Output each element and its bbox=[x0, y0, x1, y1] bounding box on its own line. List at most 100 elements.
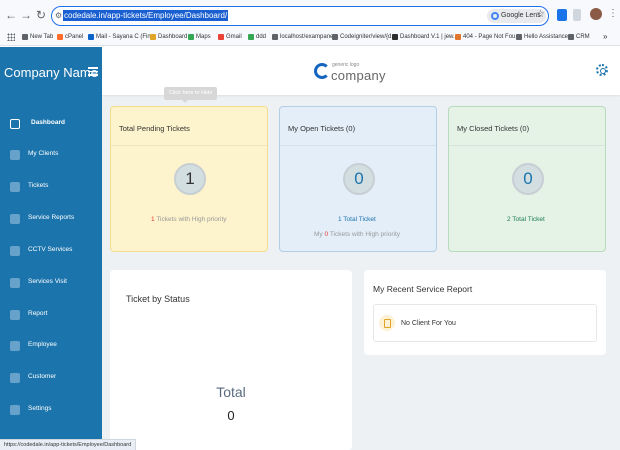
closed-tickets-card[interactable]: My Closed Tickets (0) 0 2 Total Ticket bbox=[448, 106, 606, 252]
card-title: Total Pending Tickets bbox=[119, 124, 190, 133]
globe-icon bbox=[516, 34, 522, 40]
site-info-icon[interactable]: ⚙ bbox=[55, 11, 62, 20]
open-tickets-card[interactable]: My Open Tickets (0) 0 1 Total Ticket My … bbox=[279, 106, 437, 252]
bookmark-item[interactable]: localhost/exampane... bbox=[272, 32, 338, 43]
lens-icon bbox=[491, 12, 499, 20]
high-priority-count: 0 bbox=[324, 231, 329, 238]
page-icon bbox=[332, 34, 338, 40]
bookmark-item[interactable]: Mail - Sayana C (Fin... bbox=[88, 32, 156, 43]
back-icon[interactable]: ← bbox=[5, 8, 17, 22]
side-panel-icon[interactable] bbox=[573, 9, 581, 21]
bookmark-label: 404 - Page Not Fou... bbox=[463, 34, 521, 40]
bookmark-item[interactable]: Codeigniter/view/{d... bbox=[332, 32, 396, 43]
employee-icon bbox=[10, 341, 20, 351]
empty-report-text: No Client For You bbox=[401, 320, 456, 327]
bookmark-star-icon[interactable]: ☆ bbox=[536, 9, 545, 20]
bookmark-item[interactable]: Maps bbox=[188, 32, 211, 43]
card-divider bbox=[111, 145, 267, 146]
bookmark-item[interactable]: New Tab bbox=[22, 32, 53, 43]
pending-high-priority-text: 1 Tickets with High priority bbox=[151, 216, 227, 223]
bookmark-label: Mail - Sayana C (Fin... bbox=[96, 34, 156, 40]
tab-icon bbox=[22, 34, 28, 40]
monitor-icon bbox=[10, 119, 20, 129]
document-icon bbox=[379, 315, 395, 331]
bookmark-item[interactable]: Hello Assistance bbox=[516, 32, 568, 43]
total-label: Total bbox=[216, 384, 246, 400]
card-divider bbox=[449, 145, 605, 146]
clients-icon bbox=[10, 150, 20, 160]
open-count: 0 bbox=[343, 163, 375, 195]
bookmark-item[interactable]: 404 - Page Not Fou... bbox=[455, 32, 520, 43]
sidebar-item-label: My Clients bbox=[28, 150, 59, 157]
url-text[interactable]: codedale.in/app-tickets/Employee/Dashboa… bbox=[63, 10, 229, 21]
bookmark-label: New Tab bbox=[30, 34, 54, 40]
app-sidebar: Company Name Dashboard My Clients Tickets S… bbox=[0, 47, 102, 450]
logo-swoosh-icon bbox=[314, 63, 330, 79]
bookmark-item[interactable]: CRM bbox=[568, 32, 590, 43]
report-icon bbox=[10, 310, 20, 320]
tickets-icon bbox=[10, 182, 20, 192]
empty-report-item[interactable]: No Client For You bbox=[373, 304, 597, 342]
high-priority-count: 1 bbox=[151, 216, 155, 223]
cpanel-icon bbox=[57, 34, 63, 40]
customer-icon bbox=[10, 373, 20, 383]
sidebar-item-label: Settings bbox=[28, 405, 52, 412]
sidebar-item-tickets[interactable]: Tickets bbox=[0, 178, 102, 198]
pending-count: 1 bbox=[174, 163, 206, 195]
bookmark-item[interactable]: cPanel bbox=[57, 32, 83, 43]
sidebar-item-services-visit[interactable]: Services Visit bbox=[0, 274, 102, 294]
sidebar-item-employee[interactable]: Employee bbox=[0, 337, 102, 357]
sidebar-item-label: Service Reports bbox=[28, 214, 75, 221]
bookmark-icon bbox=[392, 34, 398, 40]
company-logo[interactable]: generic logo company bbox=[314, 59, 386, 87]
panel-title: My Recent Service Report bbox=[373, 284, 473, 294]
bookmark-label: Dashboard bbox=[158, 34, 188, 40]
open-total-line: 1 Total Ticket bbox=[338, 216, 376, 223]
sidebar-item-dashboard[interactable]: Dashboard bbox=[0, 115, 102, 135]
bookmark-icon bbox=[248, 34, 254, 40]
extension-icon[interactable] bbox=[557, 9, 567, 21]
sidebar-item-customer[interactable]: Customer bbox=[0, 369, 102, 389]
recent-service-report-panel: My Recent Service Report No Client For Y… bbox=[364, 270, 606, 355]
bookmark-item[interactable]: Dashboard bbox=[150, 32, 187, 43]
pending-tickets-card[interactable]: Total Pending Tickets 1 1 Tickets with H… bbox=[110, 106, 268, 252]
more-bookmarks-icon[interactable]: » bbox=[603, 31, 607, 42]
sidebar-item-label: Tickets bbox=[28, 182, 49, 189]
apps-grid-icon[interactable] bbox=[7, 33, 15, 41]
sidebar-item-cctv-services[interactable]: CCTV Services bbox=[0, 242, 102, 262]
link-status-bar: https://codedale.in/app-tickets/Employee… bbox=[0, 439, 137, 450]
bookmark-label: ddd bbox=[256, 34, 267, 40]
brand-name[interactable]: Company Name bbox=[4, 65, 98, 80]
bookmark-label: localhost/exampane... bbox=[280, 34, 339, 40]
bookmark-item[interactable]: Gmail bbox=[218, 32, 242, 43]
address-bar[interactable]: ⚙ codedale.in/app-tickets/Employee/Dashb… bbox=[51, 6, 549, 26]
card-divider bbox=[280, 145, 436, 146]
sidebar-item-settings[interactable]: Settings bbox=[0, 401, 102, 421]
forward-icon[interactable]: → bbox=[20, 8, 32, 22]
bookmark-label: Dashboard V.1 | jew... bbox=[400, 34, 459, 40]
main-content: generic logo company Total Pending Ticke… bbox=[102, 47, 620, 450]
reload-icon[interactable]: ↻ bbox=[35, 8, 47, 22]
hamburger-menu-icon[interactable] bbox=[88, 67, 98, 76]
card-title: My Closed Tickets (0) bbox=[457, 124, 530, 133]
bookmark-label: CRM bbox=[576, 34, 590, 40]
settings-icon bbox=[10, 405, 20, 415]
reports-icon bbox=[10, 214, 20, 224]
sidebar-item-my-clients[interactable]: My Clients bbox=[0, 146, 102, 166]
bookmark-item[interactable]: ddd bbox=[248, 32, 266, 43]
settings-gear-icon[interactable] bbox=[596, 64, 608, 76]
sidebar-item-report[interactable]: Report bbox=[0, 306, 102, 326]
bookmark-item[interactable]: Dashboard V.1 | jew... bbox=[392, 32, 458, 43]
sidebar-item-service-reports[interactable]: Service Reports bbox=[0, 210, 102, 230]
bookmarks-bar: New Tab cPanel Mail - Sayana C (Fin... Dash… bbox=[0, 30, 620, 46]
high-priority-label: Tickets with High priority bbox=[329, 231, 401, 238]
profile-avatar[interactable] bbox=[590, 8, 602, 20]
visit-icon bbox=[10, 278, 20, 288]
dashboard-icon bbox=[150, 34, 156, 40]
panel-title: Ticket by Status bbox=[126, 294, 190, 304]
high-priority-prefix: My bbox=[314, 231, 323, 238]
card-title: My Open Tickets (0) bbox=[288, 124, 356, 133]
camera-icon bbox=[10, 246, 20, 256]
sidebar-item-label: Services Visit bbox=[28, 278, 67, 285]
browser-menu-icon[interactable]: ⋮ bbox=[608, 8, 618, 19]
